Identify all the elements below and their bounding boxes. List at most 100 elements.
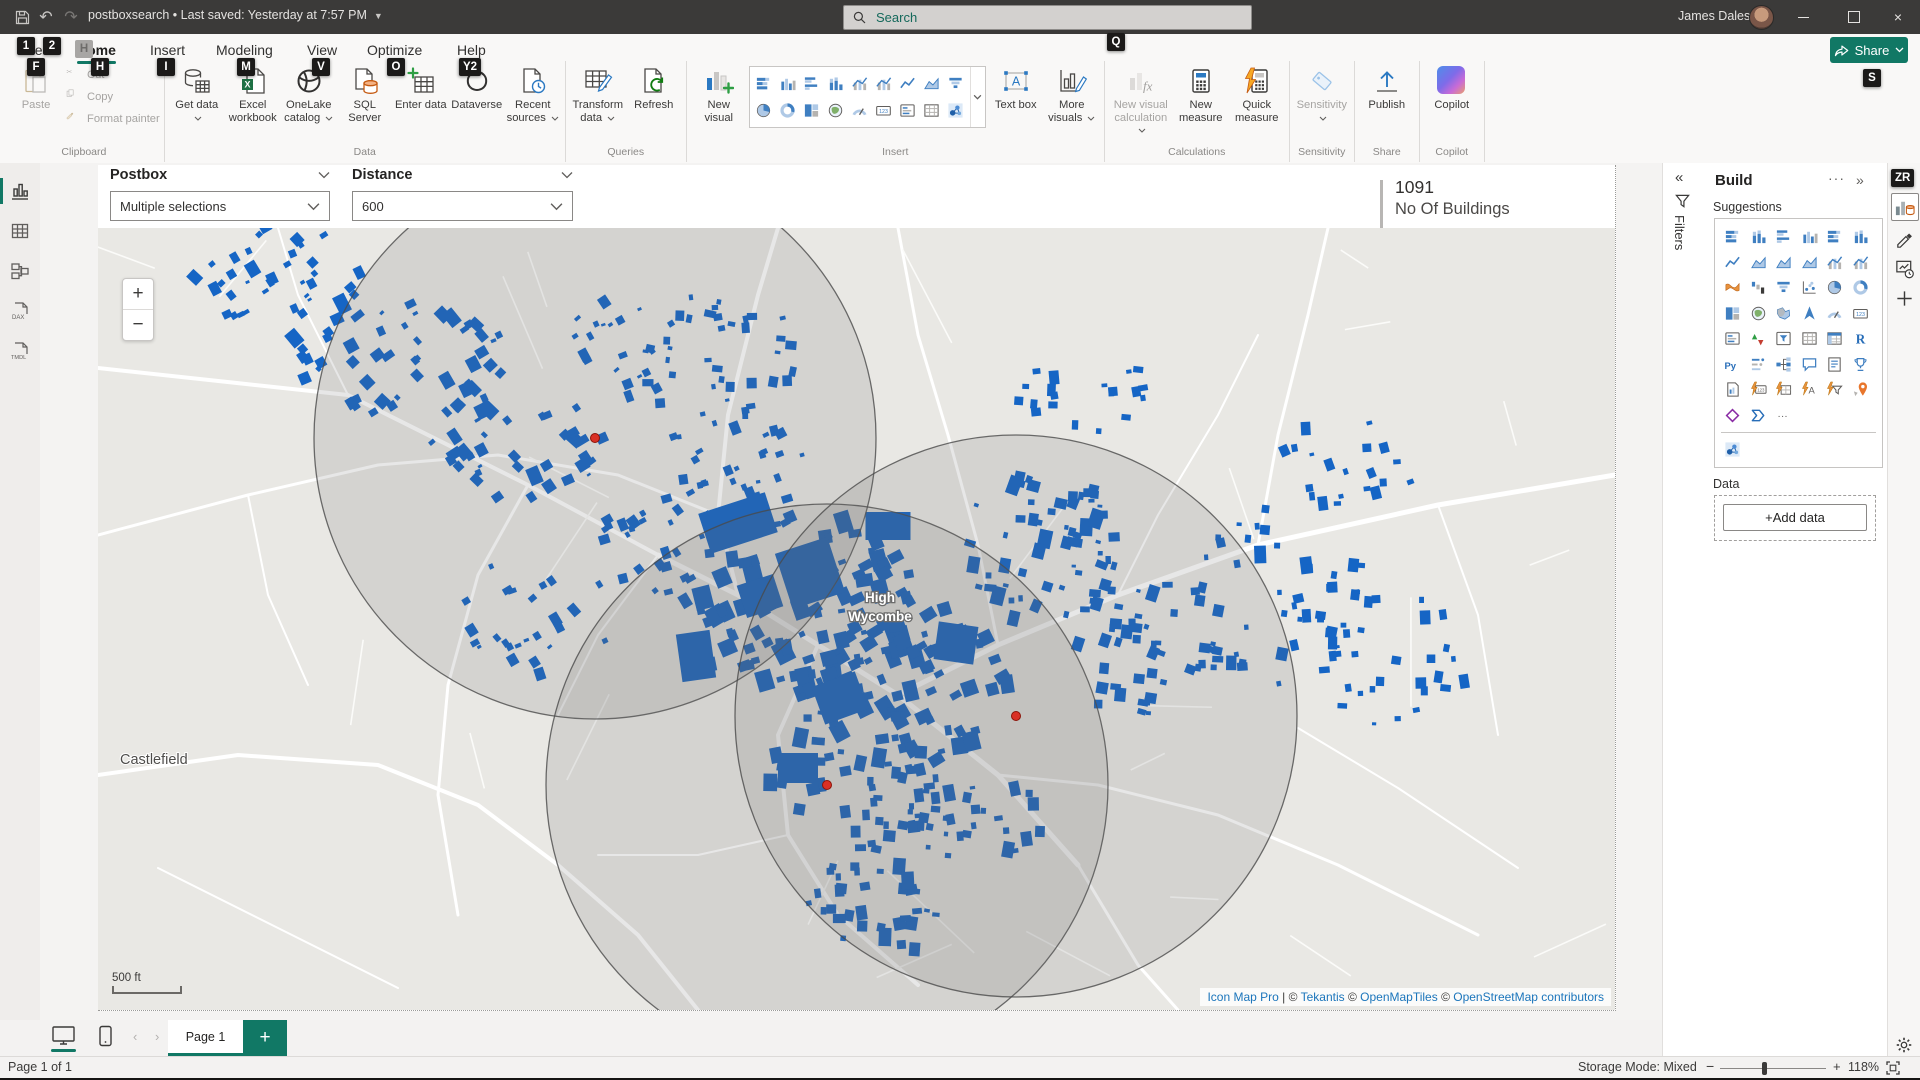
postbox-marker[interactable] — [591, 434, 600, 443]
map-visual[interactable]: HighWycombeCastlefield + − 500 ft Icon M… — [98, 228, 1615, 1010]
filters-pane-title[interactable]: Filters — [1672, 215, 1687, 250]
attribution-link[interactable]: OpenStreetMap contributors — [1453, 990, 1604, 1004]
suggestion-visual-stacked-area-chart[interactable] — [1771, 250, 1797, 276]
suggestion-visual-area-chart[interactable] — [1746, 250, 1772, 276]
ribbon-button-sensitivity[interactable]: Sensitivity — [1294, 64, 1350, 126]
suggestion-visual-clustered-column-chart[interactable] — [1797, 224, 1823, 250]
postbox-marker[interactable] — [1012, 712, 1021, 721]
gallery-expand-icon[interactable] — [970, 67, 985, 127]
suggestion-visual-multi-row-card[interactable] — [1720, 326, 1746, 352]
suggestion-visual-matrix[interactable] — [1822, 326, 1848, 352]
suggestion-visual-more-visuals[interactable]: ··· — [1771, 403, 1797, 429]
postbox-marker[interactable] — [823, 781, 832, 790]
mobile-layout-icon[interactable] — [97, 1025, 114, 1047]
maximize-button[interactable] — [1832, 0, 1876, 34]
ribbon-button-new-measure[interactable]: New measure — [1173, 64, 1229, 126]
gallery-visual-hbarC[interactable] — [800, 70, 824, 97]
suggestion-visual-stacked-column-chart[interactable] — [1746, 224, 1772, 250]
gallery-visual-molecule[interactable] — [944, 97, 968, 124]
ribbon-button-get-data[interactable]: Get data — [169, 64, 225, 126]
gallery-visual-globe[interactable] — [824, 97, 848, 124]
sidebar-item-model-view[interactable] — [0, 251, 40, 291]
attribution-link[interactable]: Icon Map Pro — [1207, 990, 1278, 1004]
pane-tab-analytics[interactable] — [1888, 253, 1920, 283]
gallery-visual-card123[interactable]: 123 — [872, 97, 896, 124]
sidebar-item-tmdl-view[interactable]: TMDL — [0, 331, 40, 371]
suggestion-visual-quick-create-card[interactable]: 123 — [1746, 377, 1772, 403]
undo-icon[interactable]: ↶ — [36, 7, 56, 27]
suggestion-visual-table[interactable] — [1797, 326, 1823, 352]
gallery-visual-combo[interactable] — [872, 70, 896, 97]
zoom-slider-thumb[interactable] — [1762, 1062, 1767, 1075]
gallery-visual-gauge[interactable] — [848, 97, 872, 124]
suggestion-visual-pie-chart[interactable] — [1822, 275, 1848, 301]
redo-icon[interactable]: ↷ — [61, 7, 81, 27]
previous-page-arrow-icon[interactable]: ‹ — [133, 1029, 137, 1044]
sidebar-item-report-view[interactable] — [0, 171, 40, 211]
suggestion-visual-line-and-stacked-column-chart[interactable] — [1822, 250, 1848, 276]
gallery-visual-funnel[interactable] — [944, 70, 968, 97]
suggestion-visual-kpi[interactable]: ▲▼ — [1746, 326, 1772, 352]
suggestion-visual-key-influencers[interactable] — [1746, 352, 1772, 378]
minimize-button[interactable] — [1781, 0, 1825, 34]
slicer-dropdown[interactable]: 600 — [352, 191, 573, 221]
ribbon-button-new-visual[interactable]: New visual — [691, 64, 747, 126]
title-dropdown-caret[interactable]: ▼ — [374, 11, 383, 21]
suggestion-visual-azure-map[interactable] — [1797, 301, 1823, 327]
suggestion-visual-quick-create-text[interactable]: A — [1797, 377, 1823, 403]
zoom-slider-track[interactable] — [1720, 1068, 1826, 1069]
suggestion-visual-ribbon-chart[interactable] — [1720, 275, 1746, 301]
ribbon-button-sql-server[interactable]: SQL Server — [337, 64, 393, 126]
sidebar-item-dax-query-view[interactable]: DAX — [0, 291, 40, 331]
fit-to-page-icon[interactable] — [1886, 1061, 1900, 1075]
suggestion-visual-filled-map[interactable] — [1771, 301, 1797, 327]
desktop-layout-icon[interactable] — [51, 1025, 76, 1046]
ribbon-button-transform-data[interactable]: Transform data — [570, 64, 626, 126]
suggestion-visual-donut-chart[interactable] — [1848, 275, 1874, 301]
search-input[interactable] — [874, 9, 1218, 26]
suggestion-visual-q-and-a[interactable] — [1797, 352, 1823, 378]
gallery-visual-tableG[interactable] — [920, 97, 944, 124]
suggestion-visual-card[interactable]: 123 — [1848, 301, 1874, 327]
chevron-down-icon[interactable] — [318, 171, 330, 179]
suggestion-visual-gauge[interactable] — [1822, 301, 1848, 327]
suggestion-visual-quick-create-visual[interactable] — [1771, 377, 1797, 403]
expand-filters-icon[interactable]: « — [1675, 169, 1683, 186]
suggestion-visual-stacked-bar-chart[interactable] — [1720, 224, 1746, 250]
suggestion-visual-treemap[interactable] — [1720, 301, 1746, 327]
gallery-visual-line[interactable] — [896, 70, 920, 97]
suggestion-visual-map[interactable] — [1746, 301, 1772, 327]
suggestion-visual-power-apps[interactable] — [1720, 403, 1746, 429]
suggestion-visual-100-stacked-bar-chart[interactable] — [1822, 224, 1848, 250]
suggestion-visual-funnel-chart[interactable] — [1771, 275, 1797, 301]
ribbon-button-cut[interactable]: ✂Cut — [66, 64, 160, 86]
suggestion-visual-decomposition-tree[interactable] — [1771, 352, 1797, 378]
suggestion-visual-slicer[interactable] — [1771, 326, 1797, 352]
suggestion-visual-metrics[interactable] — [1848, 352, 1874, 378]
report-page[interactable]: Postbox Multiple selections Distance 600… — [98, 165, 1616, 1011]
attribution-link[interactable]: OpenMapTiles — [1360, 990, 1438, 1004]
ribbon-button-refresh[interactable]: Refresh — [626, 64, 682, 114]
ribbon-button-more-visuals[interactable]: More visuals — [1044, 64, 1100, 126]
suggestion-visual-smart-narrative[interactable] — [1822, 352, 1848, 378]
ribbon-button-text-box[interactable]: A Text box — [988, 64, 1044, 114]
gallery-visual-donut[interactable] — [776, 97, 800, 124]
suggestion-visual-arcgis-map[interactable] — [1848, 377, 1874, 403]
suggestion-visual-line-and-clustered-column-chart[interactable] — [1848, 250, 1874, 276]
user-name[interactable]: James Dales — [1678, 9, 1750, 23]
gallery-visual-area[interactable] — [920, 70, 944, 97]
slicer-dropdown[interactable]: Multiple selections — [110, 191, 330, 221]
gallery-visual-vbarS[interactable] — [824, 70, 848, 97]
suggestion-visual-power-automate[interactable] — [1746, 403, 1772, 429]
attribution-link[interactable]: Tekantis — [1301, 990, 1345, 1004]
gallery-visual-combo[interactable] — [848, 70, 872, 97]
save-icon[interactable] — [12, 7, 32, 27]
gallery-visual-mcard[interactable] — [896, 97, 920, 124]
suggestion-visual-line-chart[interactable] — [1720, 250, 1746, 276]
suggestion-visual-paginated-report[interactable] — [1720, 377, 1746, 403]
custom-visual-icon-map-pro[interactable] — [1720, 437, 1746, 463]
share-button[interactable]: Share — [1830, 37, 1908, 63]
gallery-visual-hbar[interactable] — [752, 70, 776, 97]
ribbon-button-publish[interactable]: Publish — [1359, 64, 1415, 114]
map-zoom-out-button[interactable]: − — [123, 310, 153, 340]
